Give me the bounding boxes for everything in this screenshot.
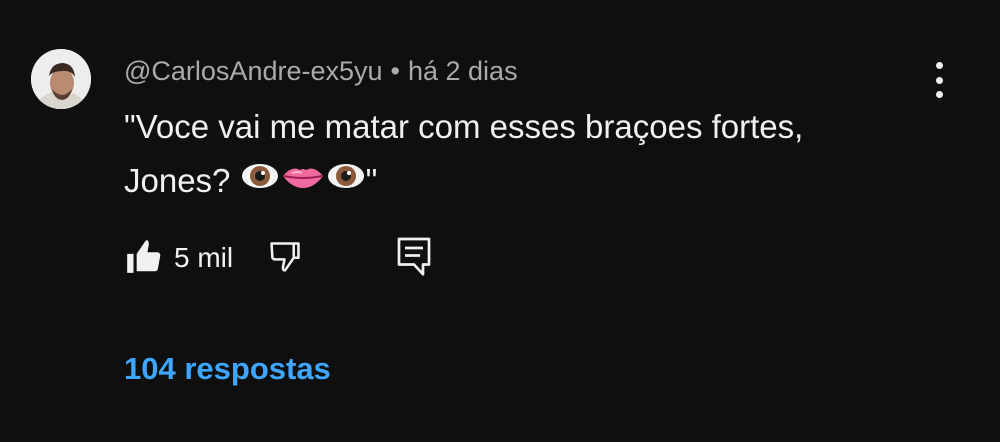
- more-vertical-icon[interactable]: [925, 62, 953, 98]
- thumbs-down-icon[interactable]: [266, 238, 304, 281]
- comment-line-2-end: ": [365, 162, 378, 199]
- comment-line-1: "Voce vai me matar com esses braçoes for…: [124, 108, 804, 145]
- comment-line-2: Jones? ": [124, 154, 904, 208]
- replies-button[interactable]: 104 respostas: [124, 349, 331, 389]
- thumbs-up-icon[interactable]: [124, 238, 162, 281]
- like-count: 5 mil: [174, 242, 234, 273]
- eye-emoji: [326, 153, 366, 207]
- more-dot: [935, 91, 943, 98]
- comment-line-2-text: Jones?: [124, 162, 240, 199]
- meta-separator: •: [390, 56, 400, 86]
- reply-comment-icon[interactable]: [396, 236, 432, 283]
- comment-text: "Voce vai me matar com esses braçoes for…: [124, 100, 904, 208]
- author-name[interactable]: @CarlosAndre-ex5yu: [124, 56, 383, 86]
- avatar[interactable]: [31, 49, 91, 109]
- more-dot: [935, 62, 943, 69]
- eye-emoji: [240, 153, 280, 207]
- comment-header: @CarlosAndre-ex5yu • há 2 dias: [124, 55, 518, 87]
- more-dot: [935, 76, 943, 84]
- lips-emoji: [280, 153, 326, 207]
- comment-timestamp[interactable]: há 2 dias: [408, 56, 518, 86]
